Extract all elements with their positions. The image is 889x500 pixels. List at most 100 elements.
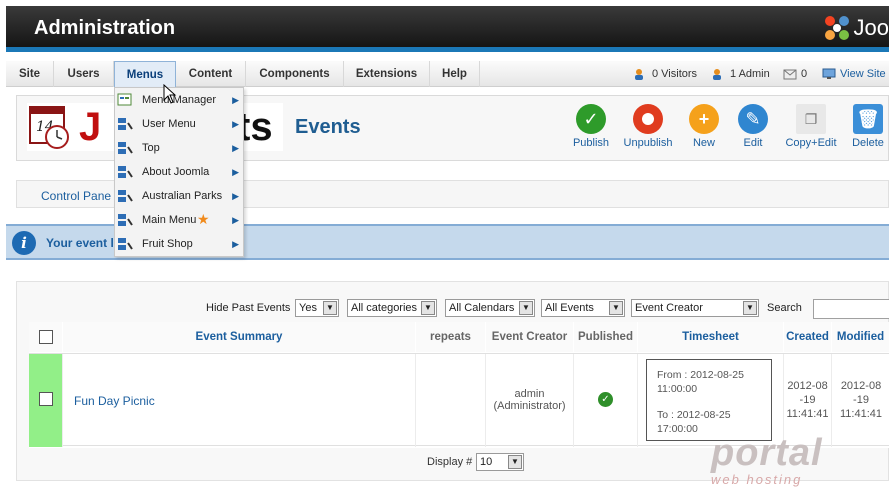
delete-label: Delete [852,137,884,149]
chevron-right-icon: ▶ [232,239,239,249]
display-label: Display # [427,456,473,468]
mouse-cursor-icon [163,84,177,104]
calendar-select[interactable]: All Calendars ▼ [445,299,535,317]
admin-count: 1 Admin [730,68,770,80]
category-select[interactable]: All categories ▼ [347,299,437,317]
select-all-header [29,322,63,352]
copy-edit-label: Copy+Edit [785,137,837,149]
search-input[interactable] [813,299,889,319]
dropdown-item-top[interactable]: Top ▶ [115,136,243,160]
star-icon: ★ [197,211,210,227]
info-message-text: Your event l [46,236,114,250]
modified-cell: 2012-08 -19 11:41:41 [832,354,889,447]
monitor-icon [822,68,836,79]
hide-past-label: Hide Past Events [206,302,291,314]
menu-help[interactable]: Help [430,61,480,87]
hide-past-select[interactable]: Yes ▼ [295,299,339,317]
creator-name: admin [514,388,545,400]
copy-icon: ❐ [796,104,826,134]
timesheet-to: To : 2012-08-25 [657,409,731,421]
view-site-link[interactable]: View Site [822,61,886,87]
new-icon: + [689,104,719,134]
published-check-icon[interactable]: ✓ [598,392,613,407]
menus-dropdown: Menu Manager ▶ User Menu ▶ Top ▶ About J… [114,87,244,257]
copy-edit-button[interactable]: ❐ Copy+Edit [781,104,841,149]
chevron-down-icon: ▼ [743,301,757,315]
creator-value: Event Creator [635,302,703,314]
trash-icon: 🗑 [853,104,883,134]
admin-status: 1 Admin [712,61,770,87]
modified-date: 2012-08 [840,380,882,392]
unpublish-label: Unpublish [623,137,673,149]
menu-icon [118,214,133,226]
menu-site[interactable]: Site [6,61,54,87]
display-limit-select[interactable]: 10 ▼ [476,453,524,471]
chevron-right-icon: ▶ [232,95,239,105]
event-summary-cell: Fun Day Picnic [63,354,416,447]
dropdown-item-user-menu[interactable]: User Menu ▶ [115,112,243,136]
menu-manager-icon [117,93,132,106]
events-table: Event Summary repeats Event Creator Publ… [29,322,889,448]
published-cell: ✓ [574,354,638,447]
created-date-day: -19 [799,394,816,406]
edit-button[interactable]: ✎ Edit [723,104,783,149]
messages-count: 0 [801,68,808,80]
chevron-down-icon: ▼ [519,301,533,315]
dropdown-label: Australian Parks [142,190,223,202]
dropdown-item-australian-parks[interactable]: Australian Parks ▶ [115,184,243,208]
chevron-down-icon: ▼ [421,301,435,315]
portal-watermark: portal web hosting [711,434,830,487]
chevron-right-icon: ▶ [232,215,239,225]
header-modified[interactable]: Modified [832,322,889,352]
dropdown-item-main-menu[interactable]: Main Menu ★ ▶ [115,208,243,232]
events-select[interactable]: All Events ▼ [541,299,625,317]
chevron-right-icon: ▶ [232,143,239,153]
chevron-down-icon: ▼ [508,455,522,469]
visitors-status: 0 Visitors [634,61,697,87]
row-select-cell [29,354,63,447]
header-event-creator: Event Creator [486,322,574,352]
created-date: 2012-08 [787,380,828,392]
unpublish-button[interactable]: Unpublish [618,104,678,149]
new-label: New [692,137,715,149]
events-value: All Events [545,302,594,314]
category-value: All categories [351,302,418,314]
dropdown-item-menu-manager[interactable]: Menu Manager ▶ [115,88,243,112]
dropdown-label: Main Menu [142,214,197,226]
repeats-cell [416,354,486,447]
row-checkbox[interactable] [38,392,53,406]
watermark-subtitle: web hosting [711,472,803,487]
header-timesheet[interactable]: Timesheet [638,322,784,352]
view-site-label: View Site [840,68,886,80]
menu-extensions[interactable]: Extensions [344,61,430,87]
menu-users[interactable]: Users [54,61,114,87]
dropdown-label: Top [142,142,160,154]
creator-select[interactable]: Event Creator ▼ [631,299,759,317]
publish-label: Publish [572,137,610,149]
event-summary-link[interactable]: Fun Day Picnic [74,394,155,408]
dropdown-item-fruit-shop[interactable]: Fruit Shop ▶ [115,232,243,256]
chevron-right-icon: ▶ [232,191,239,201]
menu-content[interactable]: Content [176,61,246,87]
filter-bar: Hide Past Events Yes ▼ All categories ▼ … [17,299,889,319]
header-created[interactable]: Created [784,322,832,352]
menu-components[interactable]: Components [246,61,344,87]
admin-header: Administration Joo [6,6,889,52]
dropdown-item-about-joomla[interactable]: About Joomla ▶ [115,160,243,184]
control-panel-link[interactable]: Control Pane [41,189,111,203]
chevron-down-icon: ▼ [609,301,623,315]
info-icon: i [12,231,36,255]
header-event-summary[interactable]: Event Summary [63,322,416,352]
chevron-right-icon: ▶ [232,167,239,177]
page-title: Events [295,116,361,138]
users-icon [635,69,643,80]
publish-button[interactable]: ✓ Publish [561,104,621,149]
messages-status[interactable]: 0 [783,61,807,87]
display-limit-value: 10 [480,456,493,468]
header-repeats: repeats [416,322,486,352]
menu-icon [118,166,133,178]
joomla-logo: Joo [822,13,889,43]
joomla-logo-icon [824,16,849,40]
delete-button[interactable]: 🗑 Delete [838,104,889,149]
select-all-checkbox[interactable] [38,330,53,344]
